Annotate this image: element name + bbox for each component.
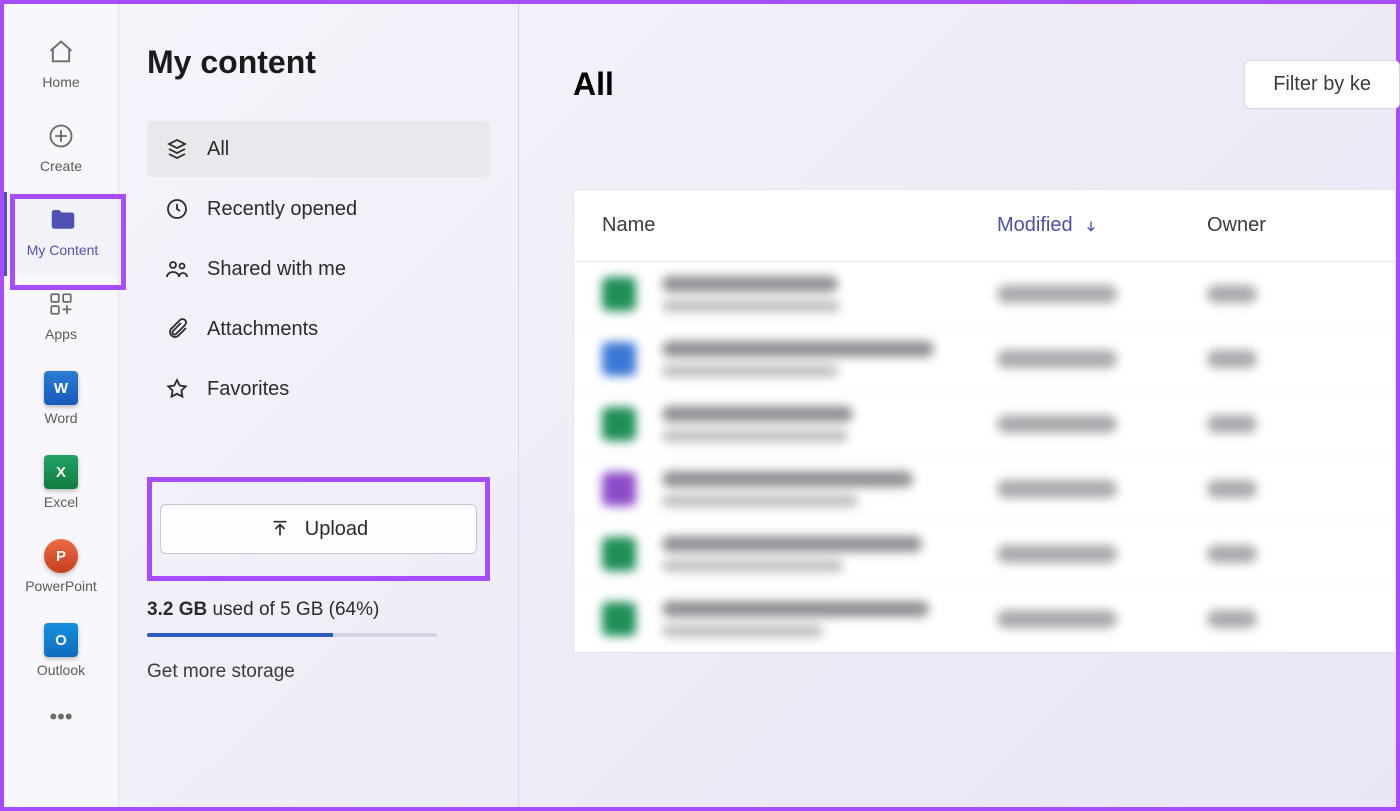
storage-suffix: used of 5 GB (64%) [207, 599, 379, 620]
panel-title: My content [147, 44, 490, 81]
get-more-storage-link[interactable]: Get more storage [147, 661, 490, 683]
table-header: Name Modified Owner [574, 190, 1395, 262]
app-rail: Home Create My Content Apps W Word X Exc… [4, 4, 119, 807]
file-owner-cell [1207, 545, 1257, 563]
rail-outlook[interactable]: O Outlook [4, 612, 118, 696]
panel-nav: All Recently opened Shared with me Attac… [147, 121, 490, 417]
file-modified-cell [997, 545, 1117, 563]
file-owner-cell [1207, 415, 1257, 433]
table-row[interactable] [574, 327, 1395, 392]
nav-attachments-label: Attachments [207, 318, 318, 341]
table-row[interactable] [574, 587, 1395, 652]
col-modified-label: Modified [997, 214, 1073, 237]
rail-excel[interactable]: X Excel [4, 444, 118, 528]
stack-icon [165, 137, 189, 161]
col-owner[interactable]: Owner [1207, 214, 1367, 237]
file-type-icon [602, 472, 636, 506]
main-heading: All [573, 66, 614, 103]
ellipsis-icon: ••• [49, 704, 72, 730]
powerpoint-icon: P [44, 540, 78, 572]
rail-excel-label: Excel [44, 494, 78, 510]
nav-shared-label: Shared with me [207, 258, 346, 281]
file-type-icon [602, 342, 636, 376]
file-name-cell [662, 471, 997, 507]
col-modified[interactable]: Modified [997, 214, 1207, 237]
upload-icon [269, 518, 291, 540]
file-type-icon [602, 277, 636, 311]
storage-text: 3.2 GB used of 5 GB (64%) [147, 599, 490, 621]
apps-icon [48, 288, 74, 320]
upload-button[interactable]: Upload [160, 504, 477, 554]
storage-used: 3.2 GB [147, 599, 207, 620]
filter-button[interactable]: Filter by ke [1244, 60, 1400, 109]
rail-word[interactable]: W Word [4, 360, 118, 444]
file-modified-cell [997, 480, 1117, 498]
nav-recent-label: Recently opened [207, 198, 357, 221]
rail-outlook-label: Outlook [37, 662, 85, 678]
people-icon [165, 257, 189, 281]
file-name-cell [662, 601, 997, 637]
home-icon [47, 36, 75, 68]
storage-bar-fill [147, 633, 333, 637]
table-row[interactable] [574, 457, 1395, 522]
rail-more-button[interactable]: ••• [38, 704, 84, 730]
excel-icon: X [44, 456, 78, 488]
file-type-icon [602, 602, 636, 636]
rail-create-label: Create [40, 158, 82, 174]
main-header: All Filter by ke [573, 60, 1396, 109]
attachment-icon [165, 317, 189, 341]
col-name[interactable]: Name [602, 214, 997, 237]
file-owner-cell [1207, 610, 1257, 628]
table-row[interactable] [574, 262, 1395, 327]
nav-favorites-label: Favorites [207, 378, 289, 401]
rail-powerpoint-label: PowerPoint [25, 578, 97, 594]
file-modified-cell [997, 285, 1117, 303]
file-owner-cell [1207, 480, 1257, 498]
content-panel: My content All Recently opened Shared wi… [119, 4, 519, 807]
file-name-cell [662, 341, 997, 377]
rail-powerpoint[interactable]: P PowerPoint [4, 528, 118, 612]
file-owner-cell [1207, 285, 1257, 303]
file-name-cell [662, 536, 997, 572]
file-owner-cell [1207, 350, 1257, 368]
annotation-highlight-my-content [10, 194, 126, 290]
nav-all-label: All [207, 138, 229, 161]
table-row[interactable] [574, 392, 1395, 457]
plus-circle-icon [47, 120, 75, 152]
word-icon: W [44, 372, 78, 404]
nav-favorites[interactable]: Favorites [147, 361, 490, 417]
nav-recent[interactable]: Recently opened [147, 181, 490, 237]
star-icon [165, 377, 189, 401]
sort-desc-icon [1083, 218, 1099, 234]
rail-word-label: Word [44, 410, 77, 426]
nav-all[interactable]: All [147, 121, 490, 177]
rail-home-label: Home [42, 74, 79, 90]
rail-apps-label: Apps [45, 326, 77, 342]
annotation-highlight-upload: Upload [147, 477, 490, 581]
upload-button-label: Upload [305, 518, 368, 541]
file-modified-cell [997, 415, 1117, 433]
storage-block: 3.2 GB used of 5 GB (64%) Get more stora… [147, 599, 490, 683]
table-row[interactable] [574, 522, 1395, 587]
rail-create[interactable]: Create [4, 108, 118, 192]
rail-home[interactable]: Home [4, 24, 118, 108]
file-type-icon [602, 537, 636, 571]
file-modified-cell [997, 350, 1117, 368]
file-modified-cell [997, 610, 1117, 628]
file-name-cell [662, 406, 997, 442]
clock-icon [165, 197, 189, 221]
storage-bar [147, 633, 437, 637]
file-type-icon [602, 407, 636, 441]
outlook-icon: O [44, 624, 78, 656]
file-name-cell [662, 276, 997, 312]
nav-shared[interactable]: Shared with me [147, 241, 490, 297]
file-table: Name Modified Owner [573, 189, 1396, 653]
nav-attachments[interactable]: Attachments [147, 301, 490, 357]
main-area: All Filter by ke Name Modified Owner [519, 4, 1396, 807]
